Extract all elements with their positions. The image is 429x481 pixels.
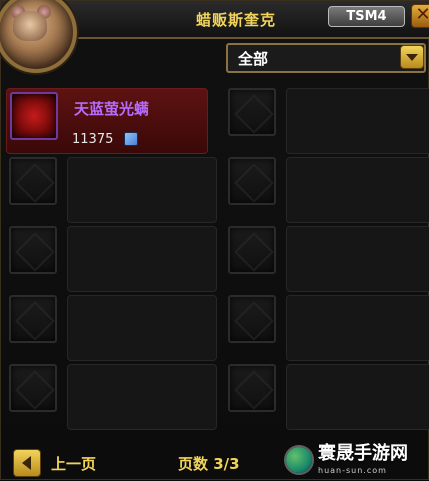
slot-background <box>286 364 429 430</box>
vendor-portrait <box>0 0 77 73</box>
merchant-slot-1[interactable]: 天蓝萤光螨 11375 <box>6 88 212 154</box>
vendor-name: 蜡贩斯奎克 <box>196 11 277 29</box>
merchant-slot-9[interactable] <box>9 364 217 430</box>
empty-slot-icon[interactable] <box>9 364 57 412</box>
window-header: 蜡贩斯奎克 TSM4 ✕ <box>0 0 429 73</box>
slot-background <box>67 226 217 292</box>
chevron-left-icon[interactable] <box>13 449 41 477</box>
portrait-face <box>13 11 47 41</box>
filter-dropdown[interactable]: 全部 <box>226 43 426 73</box>
slot-background <box>67 364 217 430</box>
slot-background <box>286 157 429 223</box>
close-button[interactable]: ✕ <box>411 4 429 28</box>
site-watermark: 寰晟手游网 huan-sun.com <box>286 439 429 481</box>
slot-background <box>286 226 429 292</box>
slot-background <box>67 295 217 361</box>
prev-page-button[interactable]: 上一页 <box>51 453 96 474</box>
merchant-slot-3[interactable] <box>9 157 217 223</box>
empty-slot-icon[interactable] <box>228 364 276 412</box>
item-icon[interactable] <box>10 92 58 140</box>
merchant-slot-2[interactable] <box>228 88 429 154</box>
close-icon: ✕ <box>415 4 429 25</box>
empty-slot-icon[interactable] <box>9 226 57 274</box>
watermark-logo-icon <box>286 447 312 473</box>
merchant-slot-10[interactable] <box>228 364 429 430</box>
filter-selected-label: 全部 <box>238 50 269 68</box>
merchant-slot-5[interactable] <box>9 226 217 292</box>
empty-slot-icon[interactable] <box>228 226 276 274</box>
page-indicator: 页数 3/3 <box>178 455 240 473</box>
merchant-slot-8[interactable] <box>228 295 429 361</box>
empty-slot-icon[interactable] <box>9 295 57 343</box>
watermark-title: 寰晟手游网 <box>318 443 408 464</box>
coin-icon <box>124 132 138 146</box>
merchant-slot-7[interactable] <box>9 295 217 361</box>
empty-slot-icon[interactable] <box>9 157 57 205</box>
empty-slot-icon[interactable] <box>228 157 276 205</box>
slot-background <box>286 88 429 154</box>
merchant-slot-6[interactable] <box>228 226 429 292</box>
watermark-subtitle: huan-sun.com <box>318 466 387 475</box>
empty-slot-icon[interactable] <box>228 88 276 136</box>
tsm-addon-button[interactable]: TSM4 <box>328 6 405 27</box>
item-name[interactable]: 天蓝萤光螨 <box>74 98 149 119</box>
empty-slot-icon[interactable] <box>228 295 276 343</box>
slot-background <box>67 157 217 223</box>
slot-background <box>286 295 429 361</box>
merchant-slot-4[interactable] <box>228 157 429 223</box>
chevron-down-icon[interactable] <box>400 45 424 69</box>
item-price: 11375 <box>72 132 114 147</box>
watermark-text: 寰晟手游网 huan-sun.com <box>318 445 408 475</box>
vendor-window: 蜡贩斯奎克 TSM4 ✕ 全部 天蓝萤光螨 11375 上一页 页数 3/3 寰… <box>0 0 429 480</box>
